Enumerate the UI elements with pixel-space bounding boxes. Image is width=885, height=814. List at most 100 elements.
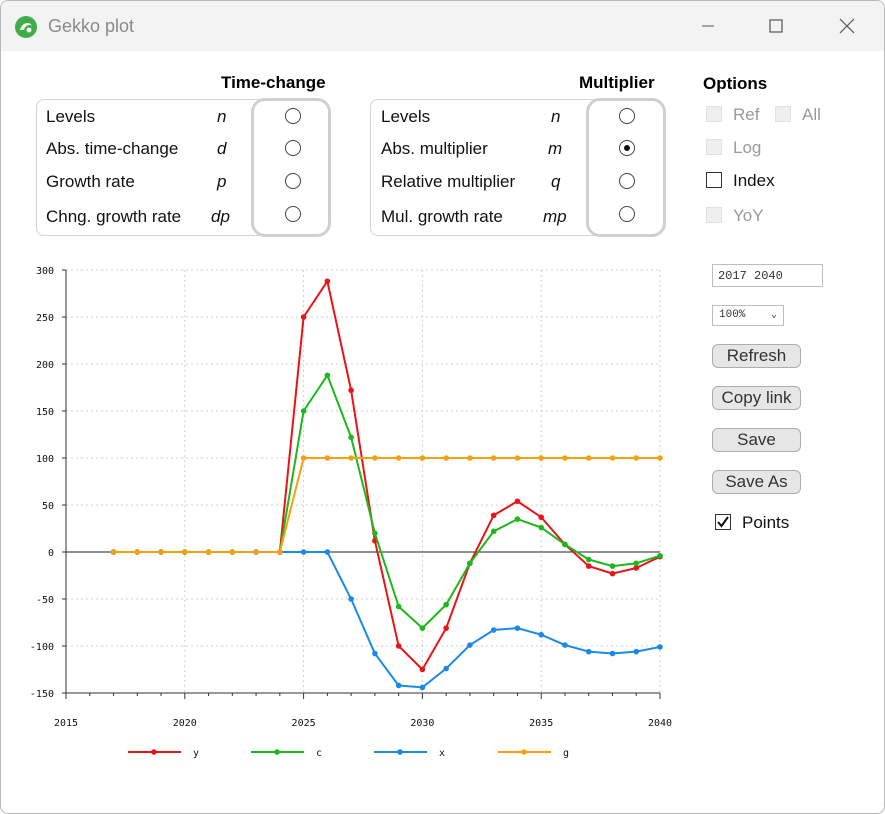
data-point-c bbox=[324, 372, 331, 379]
y-tick-label: -150 bbox=[30, 689, 54, 700]
data-point-y bbox=[395, 643, 402, 649]
data-point-g bbox=[277, 549, 283, 555]
y-tick-label: -100 bbox=[30, 642, 54, 653]
data-point-x bbox=[372, 650, 378, 657]
tc-radio-chng-growth-rate[interactable] bbox=[285, 206, 301, 222]
y-tick-label: 100 bbox=[36, 454, 54, 465]
data-point-g bbox=[324, 455, 331, 461]
data-point-y bbox=[419, 666, 426, 673]
mul-row-growth-code: mp bbox=[543, 207, 567, 226]
data-point-c bbox=[158, 549, 164, 555]
tc-row-chng-label: Chng. growth rate bbox=[46, 207, 182, 226]
gekko-logo-icon bbox=[15, 16, 37, 38]
time-change-title: Time-change bbox=[221, 73, 326, 92]
data-point-x bbox=[467, 642, 473, 648]
data-point-g bbox=[538, 455, 544, 461]
legend-label-c: c bbox=[316, 748, 322, 759]
data-point-g bbox=[110, 549, 117, 555]
legend-marker-x bbox=[397, 749, 403, 755]
log-checkbox[interactable] bbox=[706, 139, 722, 155]
tc-radio-growth-rate[interactable] bbox=[285, 173, 301, 189]
mul-row-relative-label: Relative multiplier bbox=[381, 172, 516, 191]
tc-row-abs-code: d bbox=[217, 139, 227, 158]
data-point-x bbox=[419, 684, 426, 691]
save-as-button[interactable]: Save As bbox=[712, 470, 801, 494]
data-point-x bbox=[443, 665, 449, 672]
data-point-x bbox=[182, 549, 188, 555]
data-point-g bbox=[657, 455, 663, 461]
legend-label-x: x bbox=[439, 748, 445, 759]
index-checkbox[interactable] bbox=[706, 172, 722, 188]
data-point-g bbox=[205, 549, 212, 555]
copy-link-button[interactable]: Copy link bbox=[712, 386, 801, 410]
x-tick-label: 2035 bbox=[529, 718, 553, 729]
data-point-y bbox=[110, 549, 117, 555]
maximize-button[interactable] bbox=[756, 11, 796, 41]
minimize-button[interactable] bbox=[688, 11, 728, 41]
zoom-value: 100% bbox=[719, 309, 746, 321]
data-point-y bbox=[609, 570, 616, 577]
y-tick-label: 250 bbox=[36, 313, 54, 324]
mul-radio-mul-growth-rate[interactable] bbox=[619, 206, 635, 222]
chart-legend: ycxg bbox=[128, 748, 569, 759]
gekko-plot-window: Gekko plot Time-change Levels n Abs. tim… bbox=[0, 0, 885, 814]
data-point-g bbox=[467, 455, 473, 461]
close-button[interactable] bbox=[827, 11, 867, 41]
data-point-x bbox=[229, 549, 236, 555]
data-point-x bbox=[538, 631, 544, 638]
data-point-y bbox=[300, 314, 307, 320]
data-point-y bbox=[467, 560, 473, 567]
all-checkbox[interactable] bbox=[775, 106, 791, 122]
mul-radio-levels[interactable] bbox=[619, 108, 635, 124]
options-title: Options bbox=[703, 74, 768, 93]
data-point-y bbox=[134, 549, 141, 555]
data-point-g bbox=[562, 455, 568, 461]
data-point-g bbox=[253, 549, 259, 555]
mul-radio-abs-multiplier[interactable] bbox=[619, 140, 635, 156]
data-point-y bbox=[514, 498, 521, 505]
data-point-g bbox=[514, 455, 521, 461]
x-tick-label: 2040 bbox=[648, 718, 672, 729]
tc-row-growth-code: p bbox=[217, 172, 227, 191]
tc-radio-abs-time-change[interactable] bbox=[285, 140, 301, 156]
data-point-c bbox=[253, 549, 259, 555]
points-checkbox[interactable] bbox=[715, 514, 731, 530]
data-point-y bbox=[253, 549, 259, 555]
period-input[interactable]: 2017 2040 bbox=[712, 264, 823, 287]
mul-row-relative-code: q bbox=[551, 172, 561, 191]
data-point-g bbox=[372, 455, 378, 461]
zoom-select[interactable]: 100% ⌄ bbox=[712, 305, 784, 326]
log-label: Log bbox=[733, 138, 762, 157]
ref-checkbox[interactable] bbox=[706, 106, 722, 122]
tc-radio-levels[interactable] bbox=[285, 108, 301, 124]
yoy-checkbox[interactable] bbox=[706, 207, 722, 223]
chart-tick-labels: 300 250 200 150 100 50 0 -50 -100 -150 2015 2020 202… bbox=[30, 266, 672, 729]
data-point-x bbox=[253, 549, 259, 555]
series-line-y bbox=[113, 278, 661, 672]
data-point-y bbox=[538, 514, 544, 521]
data-point-x bbox=[514, 625, 521, 631]
data-point-x bbox=[324, 549, 331, 555]
data-point-y bbox=[585, 563, 592, 569]
mul-radio-relative-multiplier[interactable] bbox=[619, 173, 635, 189]
refresh-button[interactable]: Refresh bbox=[712, 344, 801, 368]
yoy-label: YoY bbox=[733, 206, 764, 225]
legend-marker-y bbox=[151, 749, 157, 755]
y-tick-label: 200 bbox=[36, 360, 54, 371]
data-point-c bbox=[443, 601, 449, 608]
x-tick-label: 2015 bbox=[54, 718, 78, 729]
ref-label: Ref bbox=[733, 105, 760, 124]
data-point-g bbox=[443, 455, 449, 461]
data-point-y bbox=[443, 625, 449, 631]
data-point-x bbox=[205, 549, 212, 555]
chevron-down-icon: ⌄ bbox=[770, 310, 777, 321]
maximize-icon bbox=[769, 19, 783, 33]
data-point-x bbox=[562, 642, 568, 648]
legend-marker-c bbox=[274, 749, 280, 755]
data-point-y bbox=[348, 387, 354, 394]
data-point-c bbox=[395, 603, 402, 610]
mul-row-abs-label: Abs. multiplier bbox=[381, 139, 488, 158]
minimize-icon bbox=[702, 25, 714, 27]
legend-label-y: y bbox=[193, 748, 199, 759]
save-button[interactable]: Save bbox=[712, 428, 801, 452]
